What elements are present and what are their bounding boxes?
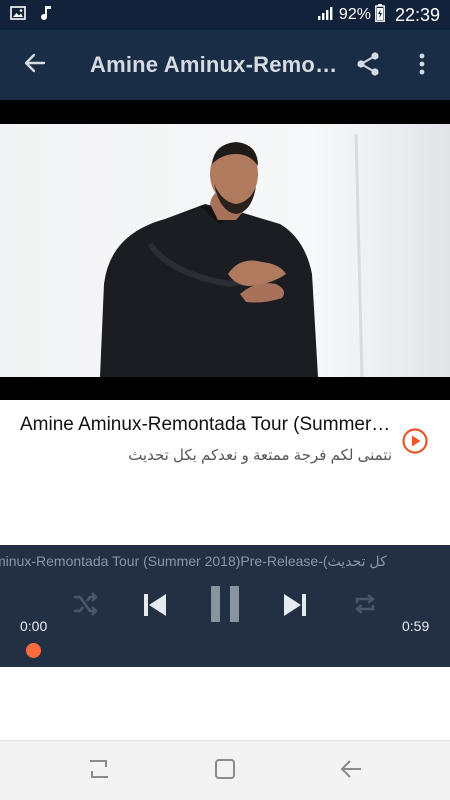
more-vert-icon [419,53,425,80]
track-info[interactable]: Amine Aminux-Remontada Tour (Summer 2018… [0,400,450,545]
recents-icon [87,758,111,785]
previous-icon [142,593,168,622]
content-spacer [0,667,450,740]
track-play-button[interactable] [401,427,429,455]
pause-button[interactable] [206,585,244,627]
back-button[interactable] [0,30,70,100]
signal-icon [317,5,333,26]
back-icon [339,758,363,785]
seek-bar[interactable] [33,649,418,651]
duration: 0:59 [402,618,430,634]
music-note-icon [40,5,52,26]
home-button[interactable] [210,756,240,786]
battery-percent: 92% [338,6,371,23]
home-icon [214,758,236,785]
shuffle-icon [72,591,98,621]
shuffle-button[interactable] [70,591,100,621]
share-icon [355,51,381,82]
status-bar: 92% 22:39 [0,0,450,30]
image-icon [10,5,26,25]
back-arrow-icon [23,51,47,80]
now-playing-marquee: minux-Remontada Tour (Summer 2018)Pre-Re… [0,553,387,569]
next-button[interactable] [279,591,311,623]
share-button[interactable] [350,48,386,84]
repeat-icon [353,592,377,621]
play-circle-icon [401,428,429,459]
track-title: Amine Aminux-Remontada Tour (Summer 2018… [20,414,392,435]
video-thumbnail [0,124,450,377]
battery-icon [375,3,385,27]
system-back-button[interactable] [336,756,366,786]
current-time: 0:00 [20,618,48,634]
video-player[interactable] [0,100,450,400]
next-icon [282,593,308,622]
repeat-button[interactable] [350,591,380,621]
track-subtitle: نتمنى لكم فرجة ممتعة و نعدكم بكل تحديث [128,447,392,464]
more-options-button[interactable] [408,48,436,84]
audio-player: minux-Remontada Tour (Summer 2018)Pre-Re… [0,545,450,667]
previous-button[interactable] [139,591,171,623]
seek-thumb[interactable] [26,643,41,658]
recents-button[interactable] [84,756,114,786]
clock: 22:39 [394,4,440,25]
system-nav-bar [0,740,450,800]
app-bar: Amine Aminux-Remontada Tour (Summer 2018… [0,30,450,100]
page-title: Amine Aminux-Remontada Tour (Summer 2018… [90,52,340,77]
screen: 92% 22:39 Amine Aminux-Remontada Tour (S… [0,0,450,800]
pause-icon [209,585,241,628]
